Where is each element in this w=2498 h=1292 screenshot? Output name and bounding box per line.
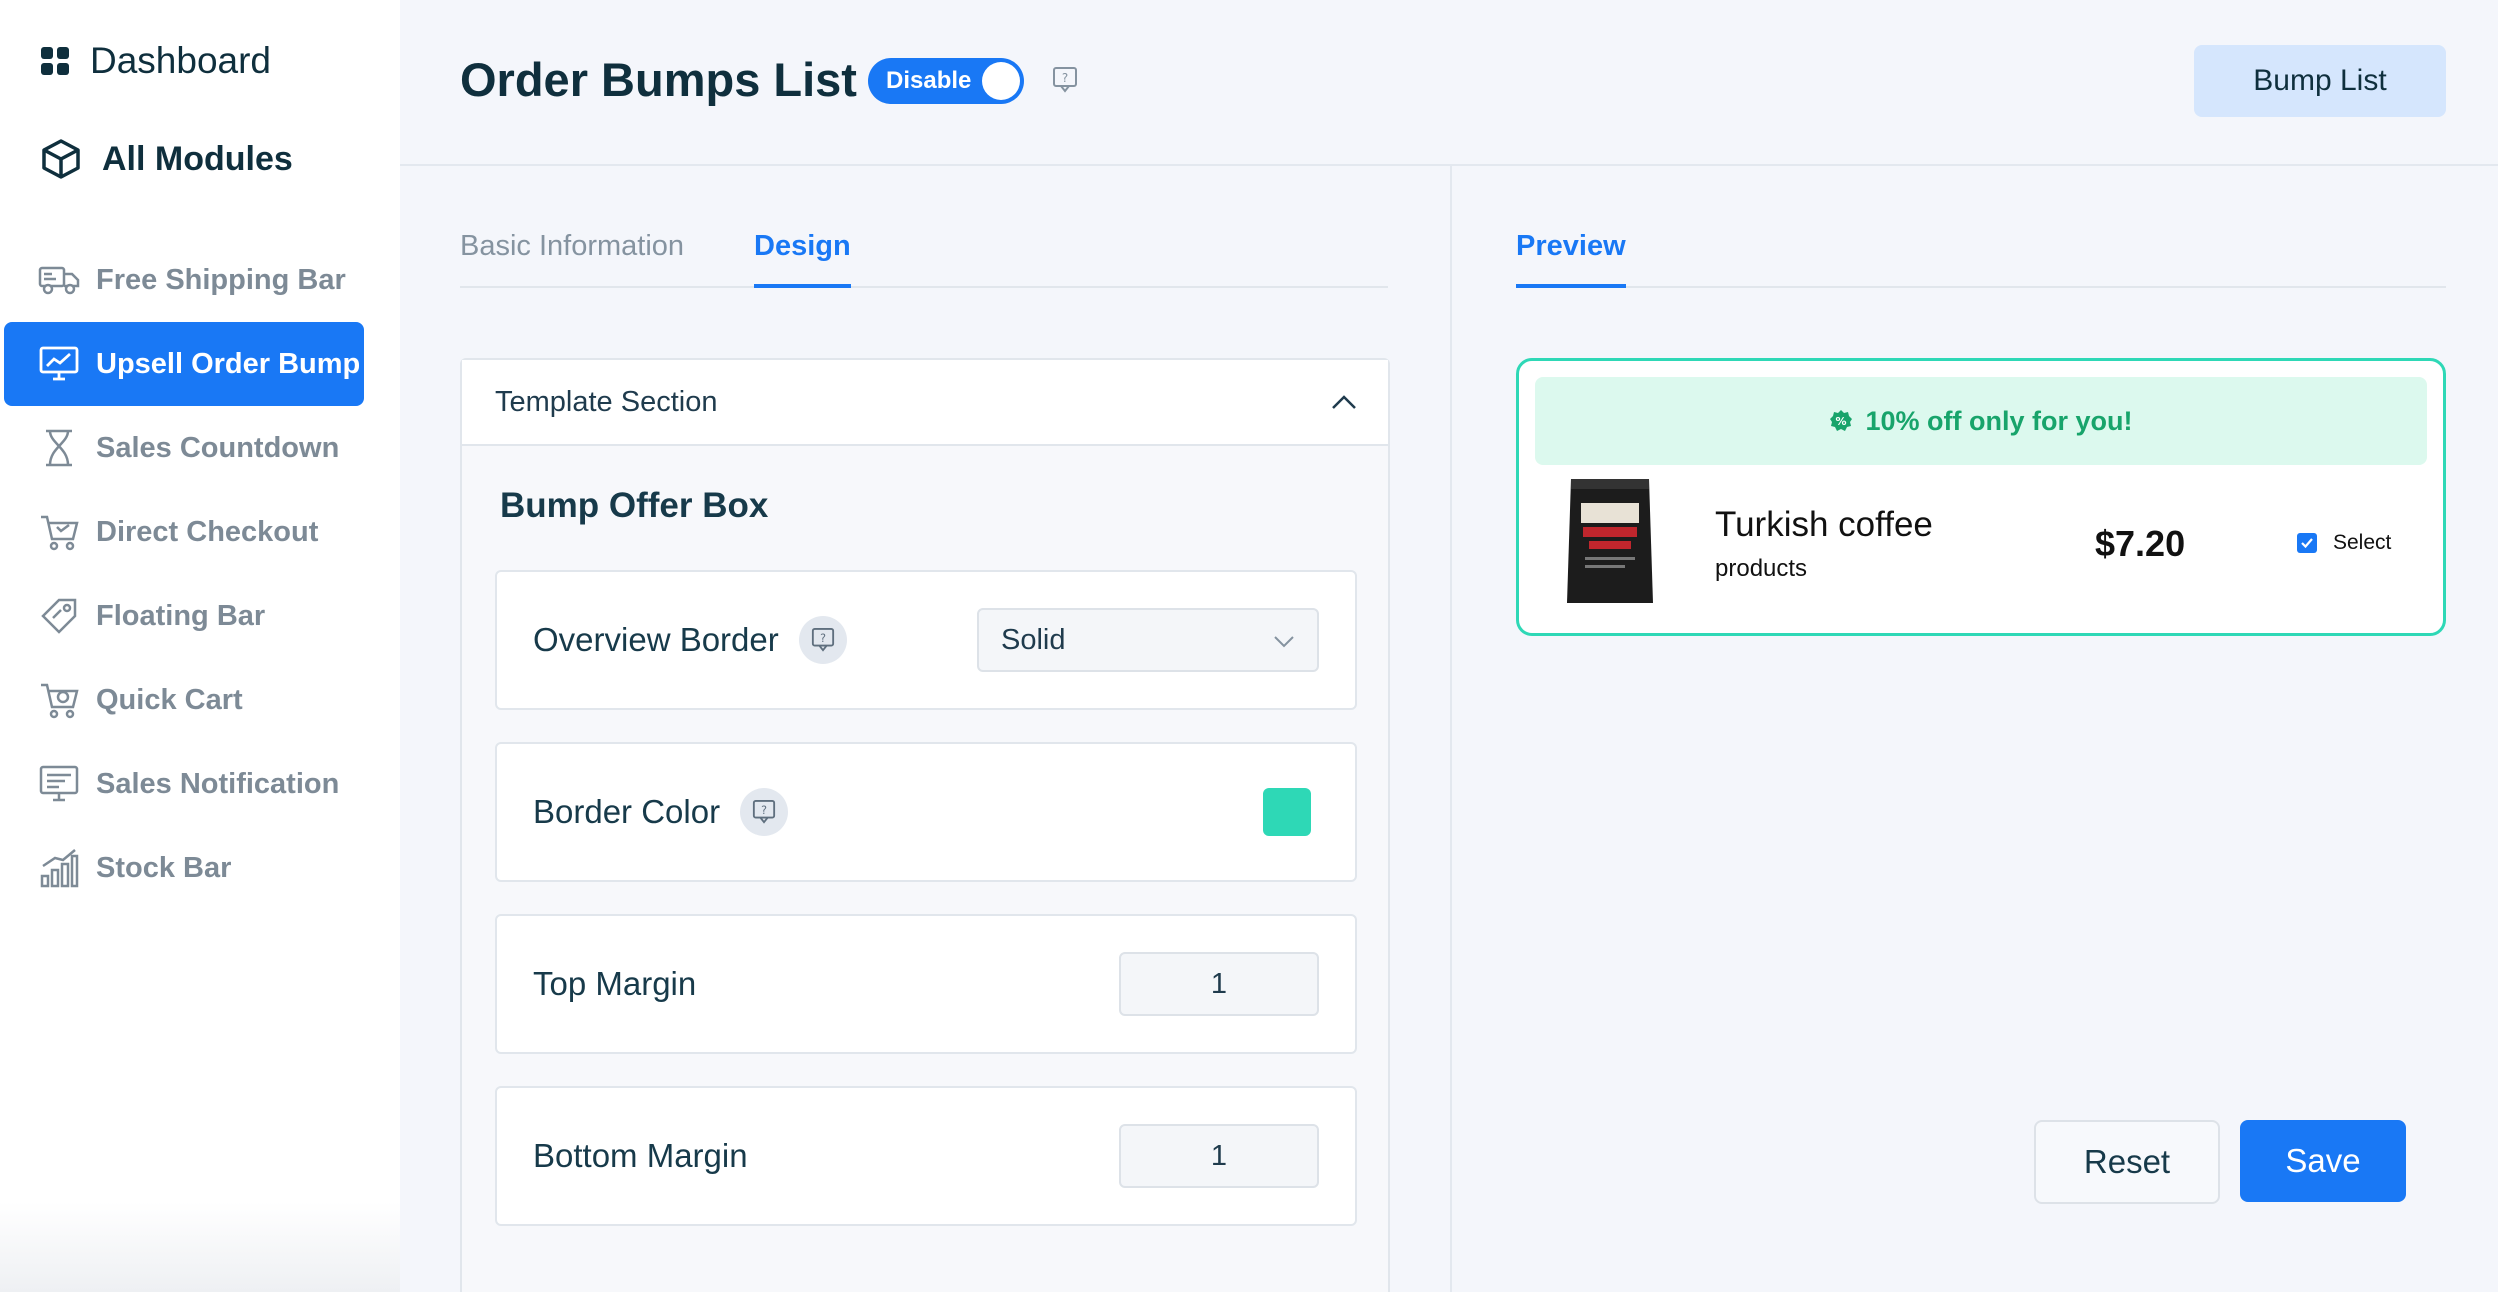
sidebar-item-label: Quick Cart — [96, 683, 243, 716]
help-icon[interactable]: ? — [798, 616, 847, 664]
sidebar-item-label: Floating Bar — [96, 599, 266, 632]
page-title: Order Bumps List — [460, 53, 857, 106]
cart-icon — [38, 511, 80, 553]
sidebar-item-label: Sales Countdown — [96, 431, 340, 464]
sidebar-item-direct-checkout[interactable]: Direct Checkout — [4, 490, 364, 574]
template-section: Template Section Bump Offer Box Overview… — [460, 358, 1390, 1292]
save-button[interactable]: Save — [2240, 1120, 2406, 1202]
hourglass-icon — [38, 427, 80, 469]
overview-border-label: Overview Border — [533, 621, 779, 658]
toggle-label: Disable — [886, 67, 972, 94]
grid-icon — [40, 46, 70, 76]
overview-border-row: Overview Border ? Solid — [495, 570, 1357, 710]
tag-icon — [38, 595, 80, 637]
disable-toggle[interactable]: Disable — [868, 58, 1024, 104]
offer-banner: % 10% off only for you! — [1535, 377, 2427, 465]
chevron-up-icon[interactable] — [1330, 386, 1358, 419]
truck-icon — [38, 259, 80, 301]
preview-tabs: Preview — [1516, 226, 2446, 288]
cart-plus-icon — [38, 679, 80, 721]
sidebar-item-quick-cart[interactable]: Quick Cart — [4, 658, 364, 742]
bump-list-button[interactable]: Bump List — [2194, 45, 2446, 117]
badge-icon: % — [1829, 409, 1853, 433]
border-color-swatch[interactable] — [1263, 788, 1311, 836]
cube-icon — [40, 138, 82, 180]
product-price: $7.20 — [2095, 523, 2186, 564]
offer-text: 10% off only for you! — [1865, 405, 2133, 436]
sidebar: Dashboard All Modules Free Shipping Bar … — [0, 0, 400, 1292]
bottom-margin-label: Bottom Margin — [533, 1137, 748, 1174]
sidebar-item-label: Stock Bar — [96, 851, 232, 884]
sidebar-item-label: Free Shipping Bar — [96, 263, 346, 296]
sidebar-fade — [0, 1202, 400, 1292]
bottom-margin-input[interactable]: 1 — [1119, 1124, 1319, 1188]
chevron-down-icon — [1273, 624, 1295, 657]
sidebar-item-stock-bar[interactable]: Stock Bar — [4, 826, 364, 910]
product-category: products — [1715, 555, 1808, 582]
sidebar-item-floating-bar[interactable]: Floating Bar — [4, 574, 364, 658]
sidebar-item-label: Sales Notification — [96, 767, 340, 800]
product-image — [1563, 473, 1657, 613]
svg-text:%: % — [1836, 415, 1847, 428]
all-modules-label: All Modules — [102, 139, 293, 178]
dashboard-link[interactable]: Dashboard — [40, 40, 271, 82]
template-section-header[interactable]: Template Section — [462, 360, 1388, 446]
preview-card: % 10% off only for you! Turkish coffee p… — [1516, 358, 2446, 636]
tab-basic-information[interactable]: Basic Information — [460, 230, 684, 288]
border-color-row: Border Color ? — [495, 742, 1357, 882]
checkbox-checked-icon[interactable] — [2297, 533, 2317, 553]
top-margin-input[interactable]: 1 — [1119, 952, 1319, 1016]
sidebar-item-sales-notification[interactable]: Sales Notification — [4, 742, 364, 826]
svg-text:?: ? — [1062, 71, 1068, 85]
sidebar-item-label: Direct Checkout — [96, 515, 319, 548]
help-icon[interactable]: ? — [740, 788, 789, 836]
select-checkbox[interactable]: Select — [2297, 531, 2391, 555]
sidebar-item-upsell-order-bump[interactable]: Upsell Order Bump — [4, 322, 364, 406]
top-margin-label: Top Margin — [533, 965, 697, 1002]
overview-border-value: Solid — [1001, 623, 1066, 656]
svg-text:?: ? — [820, 632, 826, 645]
dashboard-label: Dashboard — [90, 40, 272, 81]
overview-border-select[interactable]: Solid — [977, 608, 1319, 672]
notification-icon — [38, 763, 80, 805]
template-section-title: Template Section — [495, 385, 718, 418]
sidebar-item-free-shipping-bar[interactable]: Free Shipping Bar — [4, 238, 364, 322]
tab-design[interactable]: Design — [754, 230, 851, 288]
tab-preview[interactable]: Preview — [1516, 230, 1626, 288]
border-color-label: Border Color — [533, 793, 721, 830]
select-label: Select — [2333, 531, 2392, 554]
design-tabs: Basic Information Design — [460, 226, 1388, 288]
chart-monitor-icon — [38, 343, 80, 385]
top-margin-row: Top Margin 1 — [495, 914, 1357, 1054]
all-modules-link[interactable]: All Modules — [40, 138, 293, 180]
bottom-margin-row: Bottom Margin 1 — [495, 1086, 1357, 1226]
header: Order Bumps List Disable ? Bump List — [400, 0, 2498, 166]
help-icon[interactable]: ? — [1052, 66, 1078, 99]
svg-text:?: ? — [761, 804, 767, 817]
bar-chart-icon — [38, 847, 80, 889]
sidebar-item-sales-countdown[interactable]: Sales Countdown — [4, 406, 364, 490]
toggle-knob — [982, 62, 1020, 100]
reset-button[interactable]: Reset — [2034, 1120, 2220, 1204]
bump-offer-box-title: Bump Offer Box — [500, 486, 769, 525]
product-name: Turkish coffee — [1715, 505, 1933, 544]
panel-divider — [1450, 166, 1452, 1292]
sidebar-item-label: Upsell Order Bump — [96, 347, 361, 380]
